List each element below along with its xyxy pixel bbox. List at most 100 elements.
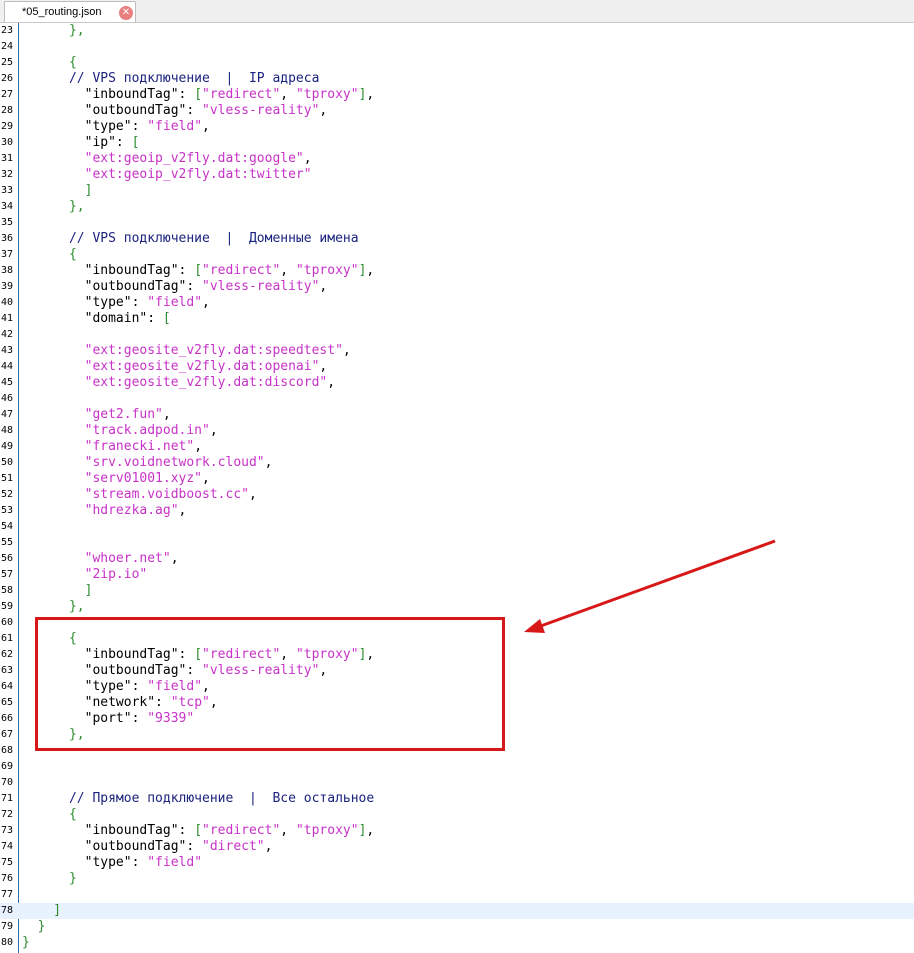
code-line[interactable]: 37 { [0,247,914,263]
code-text: "outboundTag": "vless-reality", [22,279,328,295]
code-line[interactable]: 66 "port": "9339" [0,711,914,727]
code-text: "inboundTag": ["redirect", "tproxy"], [22,647,375,663]
line-number: 74 [1,841,14,852]
code-text: } [22,919,46,935]
close-icon[interactable]: ✕ [119,6,133,20]
code-token: { [22,807,77,822]
code-token: , [319,359,328,374]
code-line[interactable]: 62 "inboundTag": ["redirect", "tproxy"], [0,647,914,663]
line-number: 67 [1,729,14,740]
code-line[interactable]: 57 "2ip.io" [0,567,914,583]
code-line[interactable]: 79 } [0,919,914,935]
code-line[interactable]: 54 [0,519,914,535]
code-token: ] [22,583,93,598]
line-number: 76 [1,873,14,884]
code-line[interactable]: 48 "track.adpod.in", [0,423,914,439]
code-text: ] [22,583,93,599]
code-line[interactable]: 26 // VPS подключение | IP адреса [0,71,914,87]
code-line[interactable]: 70 [0,775,914,791]
code-line[interactable]: 27 "inboundTag": ["redirect", "tproxy"], [0,87,914,103]
code-line[interactable]: 34 }, [0,199,914,215]
code-line[interactable]: 60 [0,615,914,631]
code-line[interactable]: 71 // Прямое подключение | Все остальное [0,791,914,807]
code-line[interactable]: 61 { [0,631,914,647]
code-line[interactable]: 31 "ext:geoip_v2fly.dat:google", [0,151,914,167]
code-line[interactable]: 78 ] [0,903,914,919]
code-line[interactable]: 44 "ext:geosite_v2fly.dat:openai", [0,359,914,375]
code-line[interactable]: 36 // VPS подключение | Доменные имена [0,231,914,247]
code-token: "ext:geoip_v2fly.dat:google" [22,151,304,166]
code-token: , [202,471,210,486]
code-line[interactable]: 64 "type": "field", [0,679,914,695]
code-text: ] [22,903,61,919]
line-number: 77 [1,889,14,900]
code-line[interactable]: 77 [0,887,914,903]
code-line[interactable]: 45 "ext:geosite_v2fly.dat:discord", [0,375,914,391]
code-line[interactable]: 28 "outboundTag": "vless-reality", [0,103,914,119]
code-line[interactable]: 52 "stream.voidboost.cc", [0,487,914,503]
line-number: 39 [1,281,14,292]
code-text: "outboundTag": "vless-reality", [22,663,328,679]
code-line[interactable]: 32 "ext:geoip_v2fly.dat:twitter" [0,167,914,183]
code-line[interactable]: 68 [0,743,914,759]
code-text: "track.adpod.in", [22,423,218,439]
code-line[interactable]: 33 ] [0,183,914,199]
code-line[interactable]: 47 "get2.fun", [0,407,914,423]
code-line[interactable]: 72 { [0,807,914,823]
code-token: { [22,247,77,262]
code-line[interactable]: 42 [0,327,914,343]
code-text: "inboundTag": ["redirect", "tproxy"], [22,87,375,103]
code-line[interactable]: 43 "ext:geosite_v2fly.dat:speedtest", [0,343,914,359]
code-token: "vless-reality" [202,663,320,678]
code-line[interactable]: 50 "srv.voidnetwork.cloud", [0,455,914,471]
code-token: , [194,439,203,454]
code-line[interactable]: 80} [0,935,914,951]
code-line[interactable]: 65 "network": "tcp", [0,695,914,711]
code-line[interactable]: 58 ] [0,583,914,599]
code-line[interactable]: 63 "outboundTag": "vless-reality", [0,663,914,679]
code-token: }, [22,599,85,614]
code-line[interactable]: 23 }, [0,23,914,39]
code-line[interactable]: 39 "outboundTag": "vless-reality", [0,279,914,295]
code-line[interactable]: 59 }, [0,599,914,615]
code-line[interactable]: 40 "type": "field", [0,295,914,311]
code-line[interactable]: 76 } [0,871,914,887]
code-line[interactable]: 49 "franecki.net", [0,439,914,455]
code-line[interactable]: 38 "inboundTag": ["redirect", "tproxy"], [0,263,914,279]
code-editor[interactable]: 23 }, 24 25 {26 // VPS подключение | IP ад… [0,23,914,953]
code-token: "ext:geosite_v2fly.dat:openai" [22,359,320,374]
code-token: "redirect" [202,647,281,662]
code-token: // Прямое подключение | Все остальное [22,791,375,806]
code-text: "type": "field", [22,295,210,311]
file-tab[interactable]: *05_routing.json ✕ [4,1,136,22]
code-text: "outboundTag": "vless-reality", [22,103,328,119]
line-number: 58 [1,585,14,596]
code-line[interactable]: 29 "type": "field", [0,119,914,135]
code-line[interactable]: 73 "inboundTag": ["redirect", "tproxy"], [0,823,914,839]
line-number: 57 [1,569,14,580]
code-token: ] [22,183,93,198]
code-line[interactable]: 67 }, [0,727,914,743]
code-line[interactable]: 74 "outboundTag": "direct", [0,839,914,855]
code-text: "ext:geosite_v2fly.dat:openai", [22,359,328,375]
line-number: 47 [1,409,14,420]
code-line[interactable]: 51 "serv01001.xyz", [0,471,914,487]
code-line[interactable]: 35 [0,215,914,231]
code-token: , [264,839,273,854]
code-token: "inboundTag": [22,823,195,838]
code-line[interactable]: 30 "ip": [ [0,135,914,151]
code-line[interactable]: 25 { [0,55,914,71]
code-text: }, [22,727,85,743]
code-line[interactable]: 41 "domain": [ [0,311,914,327]
code-token: , [366,263,375,278]
code-token: "field" [147,119,203,134]
code-line[interactable]: 24 [0,39,914,55]
code-token: { [22,631,77,646]
code-line[interactable]: 56 "whoer.net", [0,551,914,567]
code-line[interactable]: 69 [0,759,914,775]
code-line[interactable]: 55 [0,535,914,551]
code-line[interactable]: 75 "type": "field" [0,855,914,871]
line-number: 65 [1,697,14,708]
code-line[interactable]: 46 [0,391,914,407]
code-line[interactable]: 53 "hdrezka.ag", [0,503,914,519]
